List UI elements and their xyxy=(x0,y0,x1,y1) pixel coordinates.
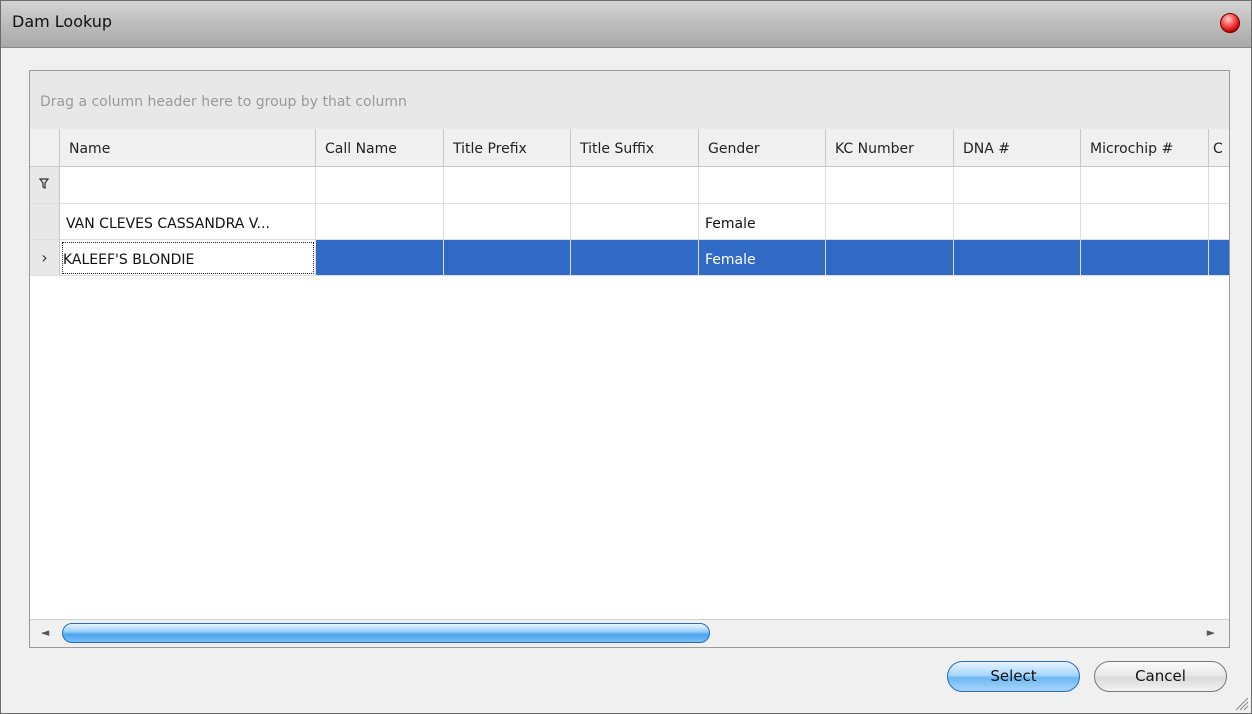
dam-lookup-window: Dam Lookup Drag a column header here to … xyxy=(0,0,1252,714)
cell-dna-selected[interactable] xyxy=(954,240,1081,276)
scroll-left-icon[interactable]: ◄ xyxy=(36,624,54,642)
filter-cell-microchip[interactable] xyxy=(1081,167,1209,204)
column-header-title-suffix[interactable]: Title Suffix xyxy=(571,129,699,167)
cell-c[interactable] xyxy=(1209,204,1229,240)
cell-title-suffix-selected[interactable] xyxy=(571,240,699,276)
cell-title-prefix[interactable] xyxy=(444,204,571,240)
filter-icon xyxy=(38,178,50,189)
filter-cell-call-name[interactable] xyxy=(316,167,444,204)
filter-cell-title-prefix[interactable] xyxy=(444,167,571,204)
cell-dna[interactable] xyxy=(954,204,1081,240)
cell-kc-number-selected[interactable] xyxy=(826,240,954,276)
cancel-button[interactable]: Cancel xyxy=(1094,661,1227,692)
cell-name[interactable]: VAN CLEVES CASSANDRA V... xyxy=(60,204,316,240)
resize-grip-icon[interactable] xyxy=(1233,695,1249,711)
scrollbar-thumb[interactable] xyxy=(62,623,710,643)
cell-microchip[interactable] xyxy=(1081,204,1209,240)
select-button[interactable]: Select xyxy=(947,661,1080,692)
cell-call-name-selected[interactable] xyxy=(316,240,444,276)
cell-c-selected[interactable] xyxy=(1209,240,1229,276)
filter-row-indicator xyxy=(30,167,60,204)
filter-cell-title-suffix[interactable] xyxy=(571,167,699,204)
dam-grid: Drag a column header here to group by th… xyxy=(29,70,1230,648)
column-header-c[interactable]: C xyxy=(1209,129,1229,167)
filter-cell-gender[interactable] xyxy=(699,167,826,204)
title-bar[interactable]: Dam Lookup xyxy=(1,1,1251,48)
column-header-name[interactable]: Name xyxy=(60,129,316,167)
filter-cell-c[interactable] xyxy=(1209,167,1229,204)
cell-kc-number[interactable] xyxy=(826,204,954,240)
cell-title-suffix[interactable] xyxy=(571,204,699,240)
column-header-title-prefix[interactable]: Title Prefix xyxy=(444,129,571,167)
horizontal-scrollbar[interactable]: ◄ ► xyxy=(30,619,1229,647)
window-title: Dam Lookup xyxy=(12,12,113,31)
scroll-right-icon[interactable]: ► xyxy=(1202,624,1220,642)
cell-call-name[interactable] xyxy=(316,204,444,240)
row-indicator-header xyxy=(30,129,60,167)
column-header-gender[interactable]: Gender xyxy=(699,129,826,167)
column-header-call-name[interactable]: Call Name xyxy=(316,129,444,167)
cell-gender-selected[interactable]: Female xyxy=(699,240,826,276)
cell-title-prefix-selected[interactable] xyxy=(444,240,571,276)
current-row-indicator-icon[interactable]: › xyxy=(30,240,60,276)
filter-cell-kc-number[interactable] xyxy=(826,167,954,204)
column-header-microchip[interactable]: Microchip # xyxy=(1081,129,1209,167)
row-indicator[interactable] xyxy=(30,204,60,240)
column-header-kc-number[interactable]: KC Number xyxy=(826,129,954,167)
group-by-panel[interactable]: Drag a column header here to group by th… xyxy=(30,71,1229,129)
column-header-dna[interactable]: DNA # xyxy=(954,129,1081,167)
filter-cell-name[interactable] xyxy=(60,167,316,204)
cell-name-selected[interactable]: KALEEF'S BLONDIE xyxy=(60,240,316,276)
cell-gender[interactable]: Female xyxy=(699,204,826,240)
filter-cell-dna[interactable] xyxy=(954,167,1081,204)
cell-microchip-selected[interactable] xyxy=(1081,240,1209,276)
close-button[interactable] xyxy=(1220,13,1240,33)
group-by-hint: Drag a column header here to group by th… xyxy=(40,94,407,110)
